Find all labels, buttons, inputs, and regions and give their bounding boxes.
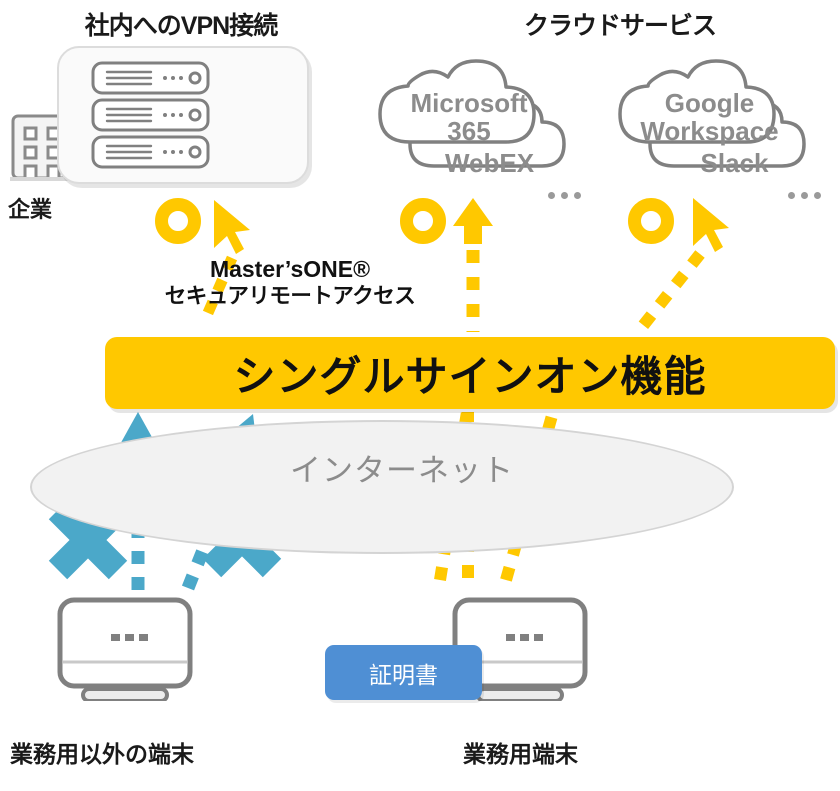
arrow-up-cloud-1 (453, 198, 493, 244)
device-label-business: 業務用端末 (463, 741, 578, 767)
internet-label: インターネット (290, 453, 514, 488)
certificate-badge[interactable]: 証明書 (325, 645, 482, 700)
dashed-path-cloud-2 (633, 250, 705, 336)
brand-name: Master’sONE® セキュアリモートアクセス (150, 255, 430, 309)
monitor-icon-personal (55, 596, 195, 706)
sso-banner[interactable]: シングルサインオン機能 (105, 337, 835, 409)
brand-line-1: Master’sONE® (209, 256, 371, 282)
certificate-label: 証明書 (369, 661, 438, 688)
sso-banner-label: シングルサインオン機能 (233, 352, 707, 400)
brand-line-2: セキュアリモートアクセス (164, 284, 416, 309)
cursor-icon-vpn (214, 200, 250, 254)
cursor-icon-cloud-2 (693, 198, 729, 252)
device-label-personal: 業務用以外の端末 (10, 741, 194, 767)
diagram-canvas: 社内へのVPN接続 クラウドサービス 企業 Microsoft 365 WebE… (0, 0, 840, 791)
